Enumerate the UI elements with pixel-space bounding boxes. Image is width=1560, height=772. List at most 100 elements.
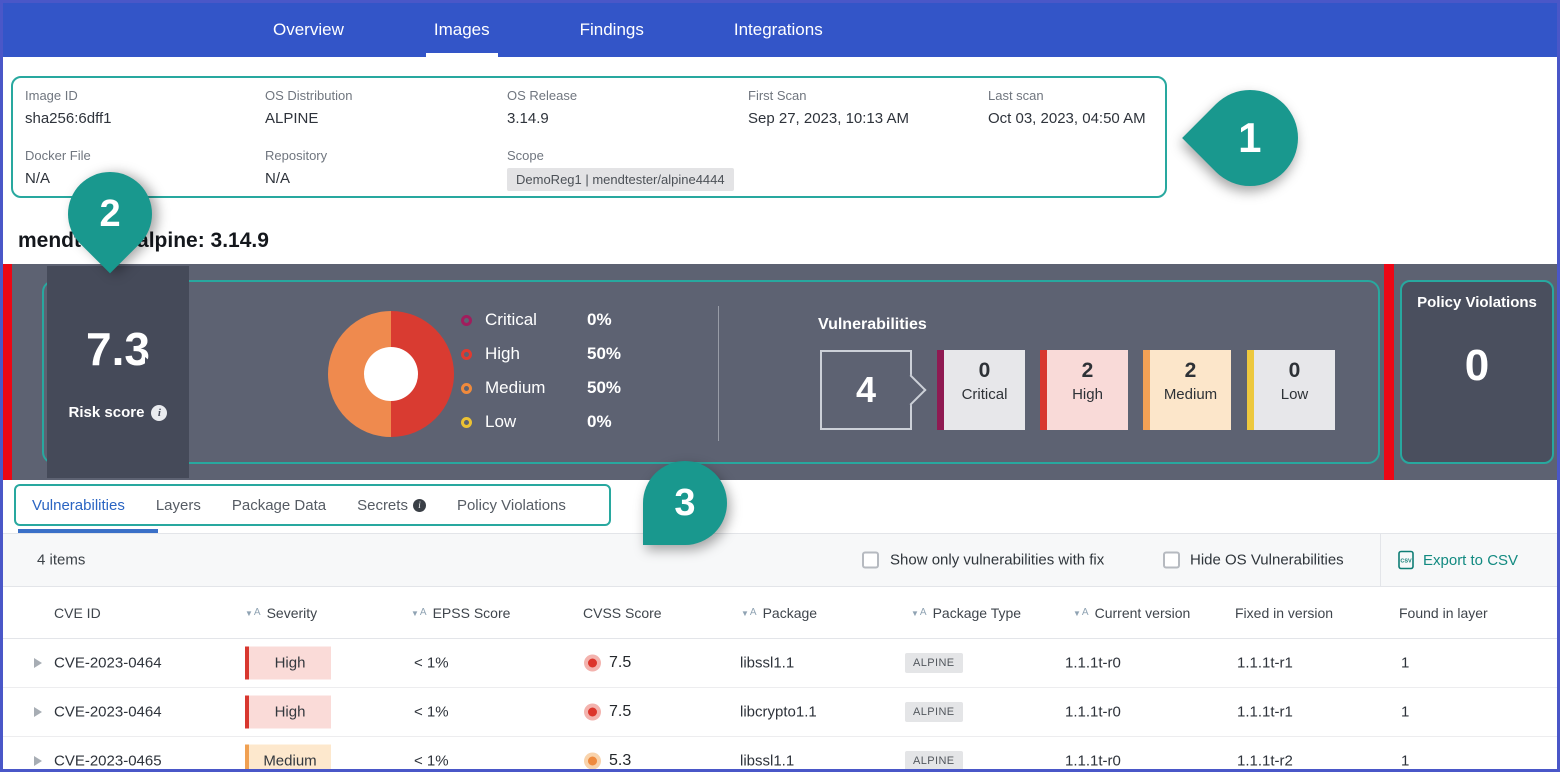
legend-percent: 50% <box>587 378 621 398</box>
high-count-box: 2 High <box>1040 350 1128 430</box>
fixed-version: 1.1.1t-r2 <box>1237 753 1293 770</box>
found-in-layer: 1 <box>1401 704 1409 721</box>
filter-icon[interactable]: ▼A <box>1073 608 1089 618</box>
severity-badge: Medium <box>245 745 331 772</box>
found-in-layer: 1 <box>1401 753 1409 770</box>
epss-score: < 1% <box>414 753 449 770</box>
os-filter-label: Hide OS Vulnerabilities <box>1190 552 1344 569</box>
col-current-version[interactable]: ▼A Current version <box>1073 605 1190 621</box>
tab-layers[interactable]: Layers <box>156 497 201 514</box>
low-count-box: 0 Low <box>1247 350 1335 430</box>
info-icon[interactable]: i <box>413 499 426 512</box>
cve-id[interactable]: CVE-2023-0464 <box>54 655 162 672</box>
vulnerabilities-total-box: 4 <box>820 350 912 430</box>
legend-percent: 0% <box>587 310 612 330</box>
field-label: Last scan <box>988 88 1146 103</box>
os-filter-checkbox[interactable] <box>1163 552 1180 569</box>
policy-violations-box: Policy Violations 0 <box>1400 280 1554 464</box>
image-metadata-panel: Image ID sha256:6dff1 OS Distribution AL… <box>11 76 1167 198</box>
package-type-chip: ALPINE <box>905 702 963 722</box>
filter-icon[interactable]: ▼A <box>741 608 757 618</box>
table-row[interactable]: CVE-2023-0464 High < 1% 7.5 libcrypto1.1… <box>3 688 1557 737</box>
tab-policy-violations[interactable]: Policy Violations <box>457 497 566 514</box>
package-type-chip: ALPINE <box>905 751 963 771</box>
detail-tabs: Vulnerabilities Layers Package Data Secr… <box>3 480 1557 533</box>
field-image-id: Image ID sha256:6dff1 <box>25 88 111 127</box>
field-value: Oct 03, 2023, 04:50 AM <box>988 110 1146 127</box>
filter-icon[interactable]: ▼A <box>245 608 261 618</box>
medium-count-box: 2 Medium <box>1143 350 1231 430</box>
count-value: 2 <box>1150 359 1231 383</box>
field-repository: Repository N/A <box>265 148 327 187</box>
tab-secrets[interactable]: Secrets i <box>357 497 426 514</box>
app-window: Overview Images Findings Integrations Im… <box>0 0 1560 772</box>
col-package[interactable]: ▼A Package <box>741 605 817 621</box>
items-count: 4 items <box>37 552 85 569</box>
col-fixed-in-version[interactable]: Fixed in version <box>1235 605 1333 621</box>
table-row[interactable]: CVE-2023-0464 High < 1% 7.5 libssl1.1 AL… <box>3 639 1557 688</box>
col-package-type[interactable]: ▼A Package Type <box>911 605 1021 621</box>
legend-percent: 50% <box>587 344 621 364</box>
row-expander-icon[interactable] <box>34 707 42 717</box>
cvss-severity-icon <box>584 655 601 672</box>
nav-tab-findings[interactable]: Findings <box>580 3 644 57</box>
row-expander-icon[interactable] <box>34 756 42 766</box>
count-label: Medium <box>1150 386 1231 403</box>
table-row[interactable]: CVE-2023-0465 Medium < 1% 5.3 libssl1.1 … <box>3 737 1557 772</box>
tab-vulnerabilities[interactable]: Vulnerabilities <box>32 497 125 514</box>
package-type-chip: ALPINE <box>905 653 963 673</box>
info-icon[interactable]: i <box>151 405 167 421</box>
current-version: 1.1.1t-r0 <box>1065 704 1121 721</box>
epss-score: < 1% <box>414 704 449 721</box>
field-label: OS Distribution <box>265 88 352 103</box>
count-value: 0 <box>1254 359 1335 383</box>
filter-icon[interactable]: ▼A <box>911 608 927 618</box>
col-cve-id[interactable]: CVE ID <box>54 605 101 621</box>
col-epss-score[interactable]: ▼A EPSS Score <box>411 605 510 621</box>
legend-label: Critical <box>485 310 587 330</box>
count-label: High <box>1047 386 1128 403</box>
current-version: 1.1.1t-r0 <box>1065 655 1121 672</box>
field-os-distribution: OS Distribution ALPINE <box>265 88 352 127</box>
field-value: ALPINE <box>265 110 352 127</box>
cvss-score: 7.5 <box>609 703 631 721</box>
legend-item-high: High 50% <box>461 342 621 366</box>
risk-score-arrow-icon <box>145 357 161 383</box>
legend-label: High <box>485 344 587 364</box>
risk-score-label: Risk score <box>69 404 145 421</box>
csv-icon: CSV <box>1396 550 1416 570</box>
vertical-divider <box>718 306 719 441</box>
legend-item-medium: Medium 50% <box>461 376 621 400</box>
field-os-release: OS Release 3.14.9 <box>507 88 577 127</box>
col-found-in-layer[interactable]: Found in layer <box>1399 605 1488 621</box>
annotation-marker-3: 3 <box>643 461 727 545</box>
policy-violations-value: 0 <box>1402 341 1552 391</box>
cve-id[interactable]: CVE-2023-0465 <box>54 753 162 770</box>
low-dot-icon <box>461 417 472 428</box>
detail-tabs-outline: Vulnerabilities Layers Package Data Secr… <box>14 484 611 526</box>
legend-item-low: Low 0% <box>461 410 621 434</box>
epss-score: < 1% <box>414 655 449 672</box>
col-cvss-score[interactable]: CVSS Score <box>583 605 662 621</box>
nav-tab-integrations[interactable]: Integrations <box>734 3 823 57</box>
severity-badge: High <box>245 647 331 680</box>
field-value: sha256:6dff1 <box>25 110 111 127</box>
fix-filter-checkbox[interactable] <box>862 552 879 569</box>
filter-icon[interactable]: ▼A <box>411 608 427 618</box>
table-header: CVE ID ▼A Severity ▼A EPSS Score CVSS Sc… <box>3 587 1557 639</box>
nav-tab-overview[interactable]: Overview <box>273 3 344 57</box>
col-severity[interactable]: ▼A Severity <box>245 605 317 621</box>
export-csv-button[interactable]: CSV Export to CSV <box>1396 550 1518 570</box>
package-name: libssl1.1 <box>740 655 794 672</box>
cve-id[interactable]: CVE-2023-0464 <box>54 704 162 721</box>
row-expander-icon[interactable] <box>34 658 42 668</box>
tab-package-data[interactable]: Package Data <box>232 497 326 514</box>
field-value: Sep 27, 2023, 10:13 AM <box>748 110 909 127</box>
annotation-marker-1: 1 <box>1182 70 1318 206</box>
nav-tab-images[interactable]: Images <box>434 3 490 57</box>
count-value: 0 <box>944 359 1025 383</box>
toolbar-divider <box>1380 534 1381 586</box>
count-value: 2 <box>1047 359 1128 383</box>
severity-badge: High <box>245 696 331 729</box>
field-first-scan: First Scan Sep 27, 2023, 10:13 AM <box>748 88 909 127</box>
